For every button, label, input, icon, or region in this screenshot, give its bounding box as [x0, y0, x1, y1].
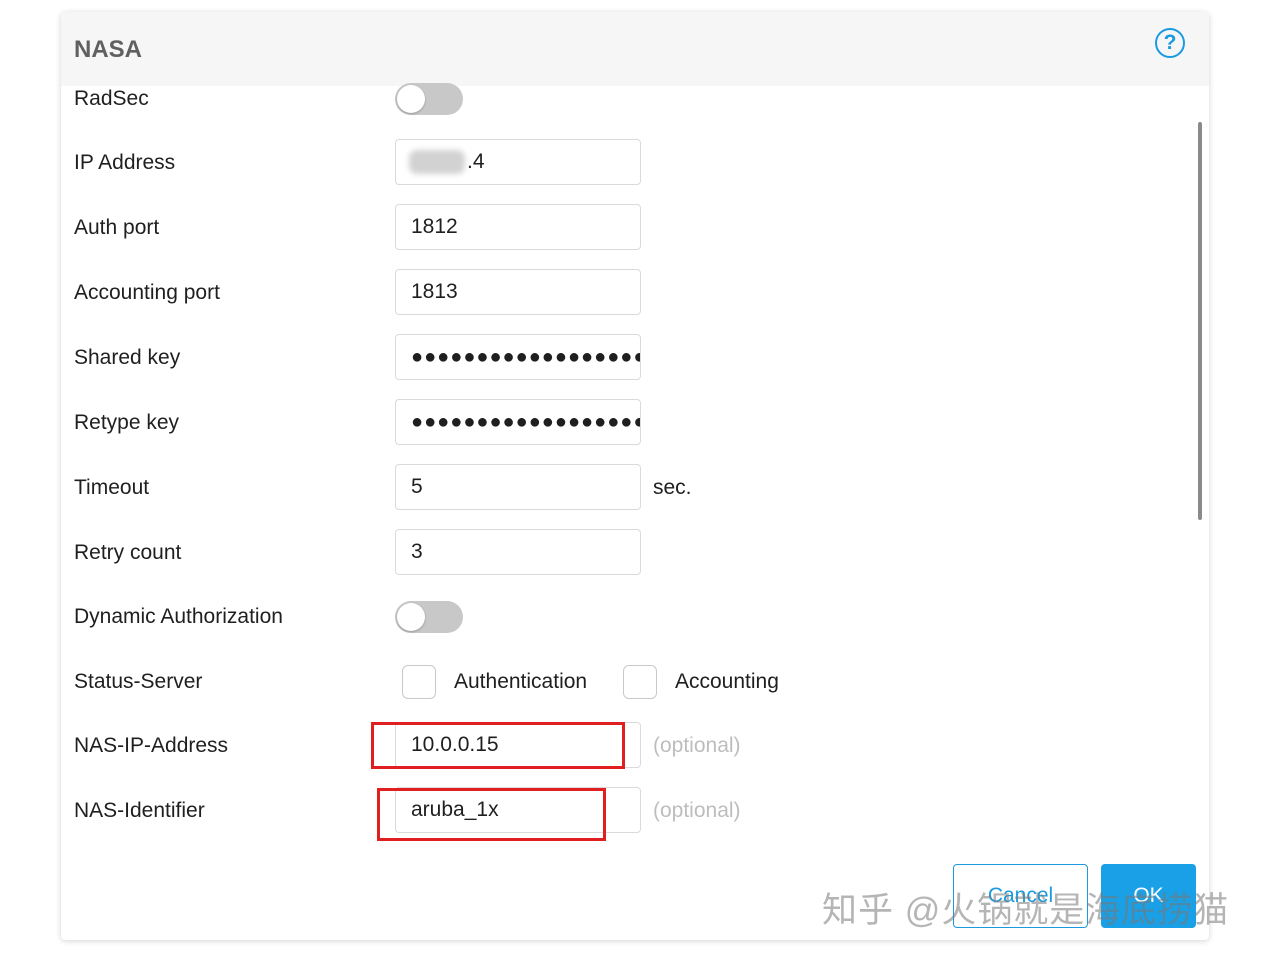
row-accounting-port: Accounting port 1813 [61, 268, 1191, 318]
row-ip-address: IP Address .4 [61, 138, 1191, 188]
nas-identifier-label: NAS-Identifier [74, 799, 205, 822]
retry-count-input[interactable]: 3 [395, 529, 641, 575]
dynamic-authorization-toggle[interactable] [395, 601, 463, 633]
auth-port-input[interactable]: 1812 [395, 204, 641, 250]
accounting-port-input[interactable]: 1813 [395, 269, 641, 315]
radsec-label: RadSec [74, 87, 149, 110]
ok-button[interactable]: OK [1101, 864, 1196, 928]
retype-key-label: Retype key [74, 411, 180, 434]
row-retry-count: Retry count 3 [61, 528, 1191, 578]
nas-identifier-input[interactable]: aruba_1x [395, 787, 641, 833]
auth-port-label: Auth port [74, 216, 160, 239]
ip-address-label: IP Address [74, 151, 176, 174]
redacted-ip-prefix [409, 150, 465, 174]
ip-address-value: .4 [467, 150, 485, 173]
ip-address-input[interactable]: .4 [395, 139, 641, 185]
row-status-server: Status-Server Authentication Accounting [61, 657, 1191, 707]
accounting-checkbox[interactable] [623, 665, 657, 699]
row-dynamic-authorization: Dynamic Authorization [61, 592, 1191, 642]
toggle-knob [397, 85, 425, 113]
nas-ip-address-input[interactable]: 10.0.0.15 [395, 722, 641, 768]
authentication-checkbox[interactable] [402, 665, 436, 699]
help-icon[interactable]: ? [1155, 28, 1185, 58]
cancel-button[interactable]: Cancel [953, 864, 1088, 928]
row-radsec: RadSec [61, 74, 1191, 124]
nas-ip-address-hint: (optional) [653, 734, 741, 757]
shared-key-input[interactable]: ●●●●●●●●●●●●●●●●●● [395, 334, 641, 380]
timeout-input[interactable]: 5 [395, 464, 641, 510]
status-server-label: Status-Server [74, 670, 203, 693]
row-nas-identifier: NAS-Identifier aruba_1x (optional) [61, 786, 1191, 836]
timeout-label: Timeout [74, 476, 150, 499]
toggle-knob [397, 603, 425, 631]
authentication-checkbox-label[interactable]: Authentication [454, 670, 587, 694]
row-auth-port: Auth port 1812 [61, 203, 1191, 253]
nas-ip-address-label: NAS-IP-Address [74, 734, 229, 757]
dialog-title: NASA [74, 36, 143, 63]
retry-count-label: Retry count [74, 541, 182, 564]
row-shared-key: Shared key ●●●●●●●●●●●●●●●●●● [61, 333, 1191, 383]
accounting-port-label: Accounting port [74, 281, 220, 304]
radsec-toggle[interactable] [395, 83, 463, 115]
timeout-unit: sec. [653, 476, 692, 499]
row-nas-ip-address: NAS-IP-Address 10.0.0.15 (optional) [61, 721, 1191, 771]
dynamic-authorization-label: Dynamic Authorization [74, 605, 283, 628]
row-retype-key: Retype key ●●●●●●●●●●●●●●●●●● [61, 398, 1191, 448]
nasa-dialog: NASA ? RadSec IP Address .4 Auth port 18… [61, 12, 1209, 940]
scrollbar[interactable] [1198, 122, 1202, 520]
row-timeout: Timeout 5 sec. [61, 463, 1191, 513]
shared-key-label: Shared key [74, 346, 181, 369]
accounting-checkbox-label[interactable]: Accounting [675, 670, 779, 694]
nas-identifier-hint: (optional) [653, 799, 741, 822]
retype-key-input[interactable]: ●●●●●●●●●●●●●●●●●● [395, 399, 641, 445]
